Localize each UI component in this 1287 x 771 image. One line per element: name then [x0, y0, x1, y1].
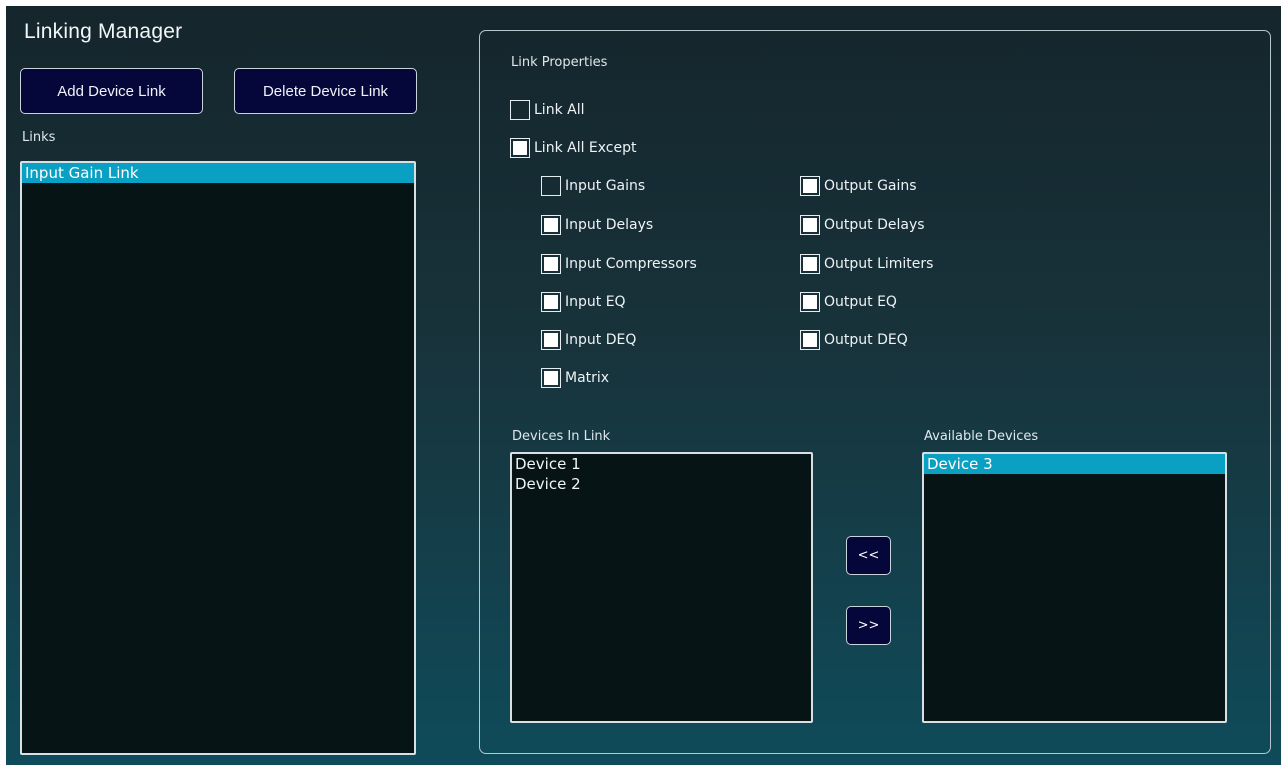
- output-delays-checkbox[interactable]: [800, 215, 820, 235]
- linking-manager-window: Linking Manager Add Device Link Delete D…: [6, 6, 1281, 765]
- devices-in-link-label: Devices In Link: [512, 429, 611, 444]
- output-eq-row: Output EQ: [800, 291, 897, 313]
- list-item-device-3[interactable]: Device 3: [924, 454, 1225, 474]
- output-deq-checkbox[interactable]: [800, 330, 820, 350]
- link-properties-panel: Link Properties Link All Link All Except…: [479, 30, 1271, 754]
- output-deq-row: Output DEQ: [800, 329, 908, 351]
- input-eq-label: Input EQ: [565, 294, 626, 310]
- devices-in-link-list[interactable]: Device 1 Device 2: [510, 452, 813, 723]
- link-all-except-label: Link All Except: [534, 140, 637, 156]
- output-eq-checkbox[interactable]: [800, 292, 820, 312]
- output-gains-label: Output Gains: [824, 178, 917, 194]
- input-eq-row: Input EQ: [541, 291, 626, 313]
- input-gains-row: Input Gains: [541, 175, 645, 197]
- output-limiters-row: Output Limiters: [800, 253, 933, 275]
- output-eq-label: Output EQ: [824, 294, 897, 310]
- link-all-except-row: Link All Except: [510, 137, 637, 159]
- output-gains-row: Output Gains: [800, 175, 917, 197]
- matrix-label: Matrix: [565, 370, 610, 386]
- output-limiters-checkbox[interactable]: [800, 254, 820, 274]
- matrix-row: Matrix: [541, 367, 609, 389]
- input-deq-label: Input DEQ: [565, 332, 637, 348]
- output-limiters-label: Output Limiters: [824, 256, 934, 272]
- delete-device-link-button[interactable]: Delete Device Link: [234, 68, 417, 114]
- list-item-input-gain-link[interactable]: Input Gain Link: [22, 163, 414, 183]
- input-compressors-checkbox[interactable]: [541, 254, 561, 274]
- output-deq-label: Output DEQ: [824, 332, 908, 348]
- input-deq-row: Input DEQ: [541, 329, 636, 351]
- list-item-device-2[interactable]: Device 2: [512, 474, 811, 494]
- link-all-label: Link All: [534, 102, 585, 118]
- input-eq-checkbox[interactable]: [541, 292, 561, 312]
- available-devices-list[interactable]: Device 3: [922, 452, 1227, 723]
- input-delays-label: Input Delays: [565, 217, 654, 233]
- links-list[interactable]: Input Gain Link: [20, 161, 416, 755]
- input-compressors-row: Input Compressors: [541, 253, 697, 275]
- link-all-checkbox[interactable]: [510, 100, 530, 120]
- list-item-device-1[interactable]: Device 1: [512, 454, 811, 474]
- input-deq-checkbox[interactable]: [541, 330, 561, 350]
- output-gains-checkbox[interactable]: [800, 176, 820, 196]
- links-label: Links: [22, 130, 56, 145]
- input-gains-checkbox[interactable]: [541, 176, 561, 196]
- input-compressors-label: Input Compressors: [565, 256, 697, 272]
- window-title: Linking Manager: [24, 20, 183, 43]
- input-delays-row: Input Delays: [541, 214, 653, 236]
- input-gains-label: Input Gains: [565, 178, 646, 194]
- output-delays-row: Output Delays: [800, 214, 925, 236]
- input-delays-checkbox[interactable]: [541, 215, 561, 235]
- link-all-except-checkbox[interactable]: [510, 138, 530, 158]
- move-to-available-button[interactable]: >>: [846, 606, 891, 645]
- matrix-checkbox[interactable]: [541, 368, 561, 388]
- available-devices-label: Available Devices: [924, 429, 1039, 444]
- add-device-link-button[interactable]: Add Device Link: [20, 68, 203, 114]
- link-properties-label: Link Properties: [511, 55, 608, 70]
- move-to-link-button[interactable]: <<: [846, 536, 891, 575]
- link-all-row: Link All: [510, 99, 584, 121]
- output-delays-label: Output Delays: [824, 217, 925, 233]
